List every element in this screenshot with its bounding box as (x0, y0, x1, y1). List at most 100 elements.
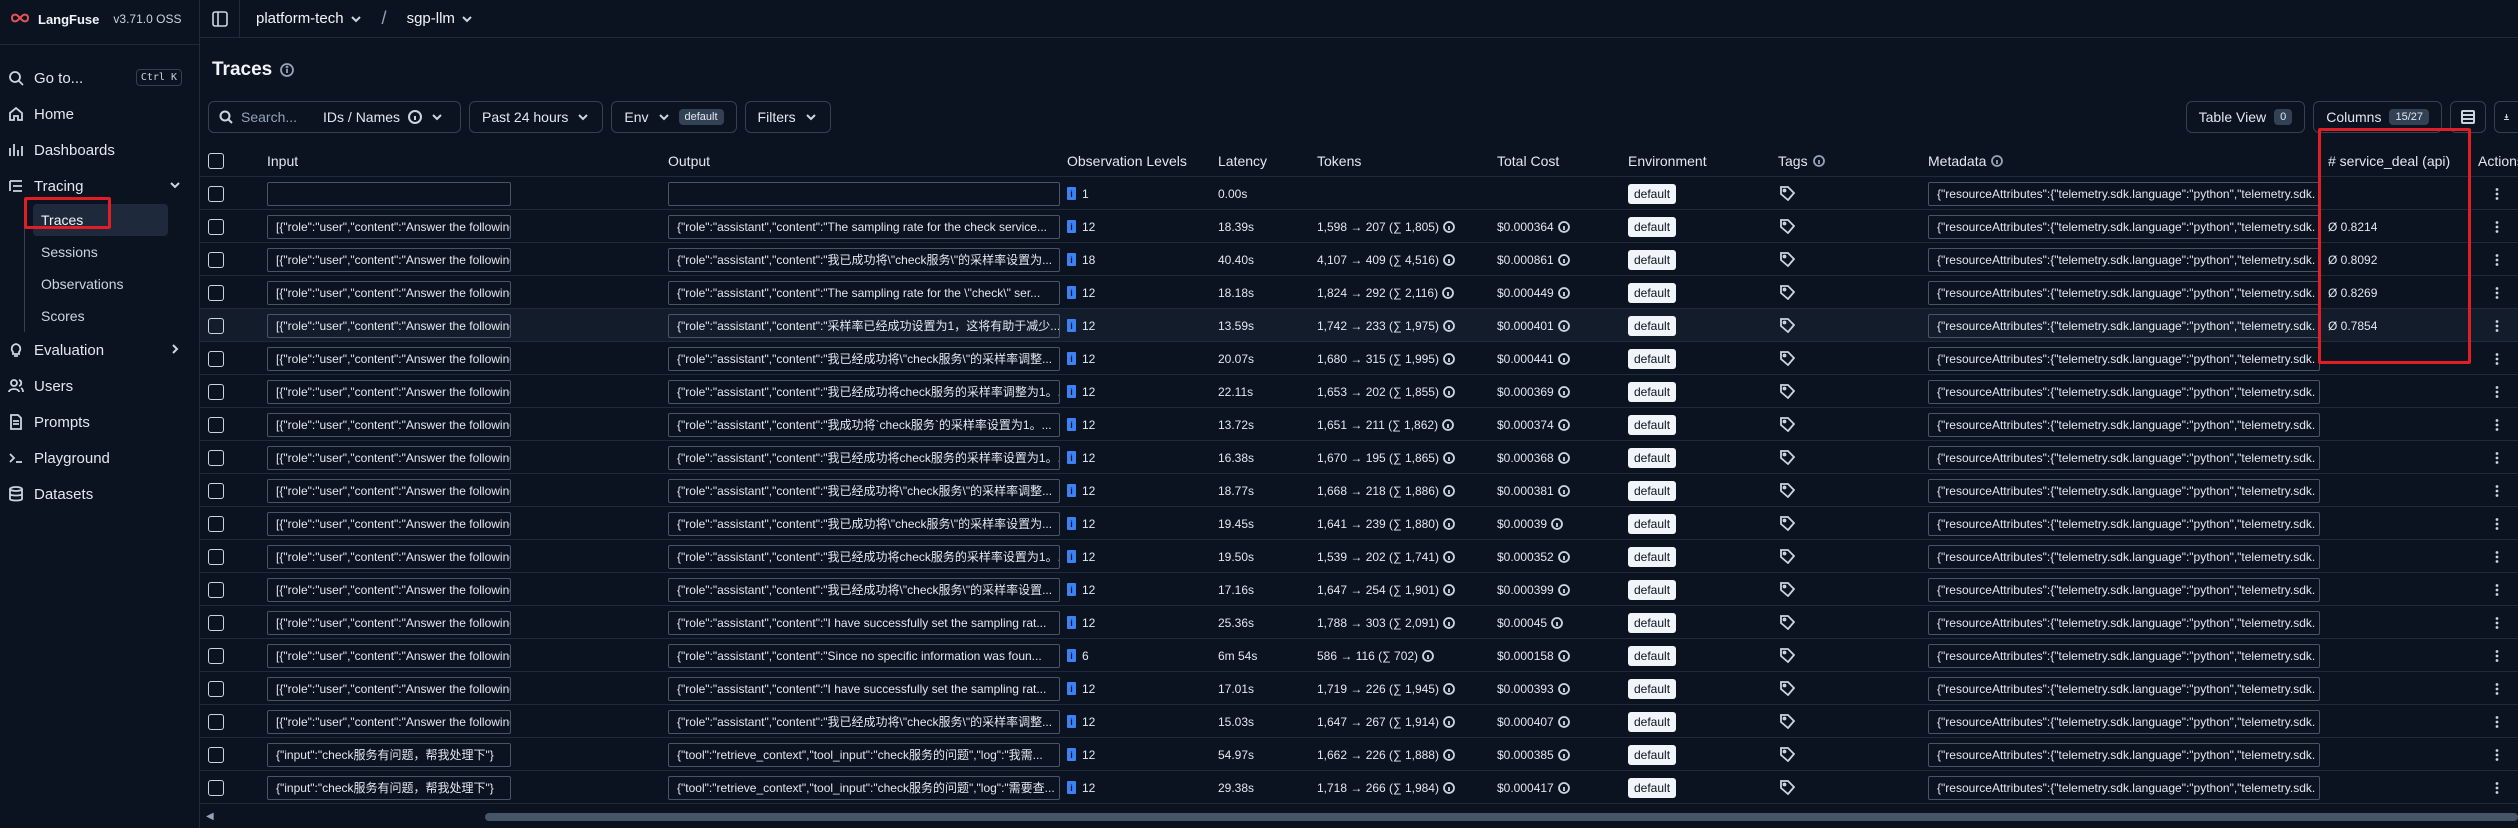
more-actions-icon[interactable] (2490, 408, 2504, 441)
info-icon[interactable] (1443, 451, 1455, 464)
sidebar-item-observations[interactable]: Observations (33, 268, 168, 300)
input-cell[interactable]: [{"role":"user","content":"Answer the fo… (267, 643, 511, 668)
tag-icon[interactable] (1780, 672, 1795, 705)
info-icon[interactable] (1557, 550, 1570, 563)
more-actions-icon[interactable] (2490, 705, 2504, 738)
more-actions-icon[interactable] (2490, 474, 2504, 507)
info-icon[interactable] (408, 110, 423, 124)
output-cell[interactable]: {"role":"assistant","content":"I have su… (668, 676, 1060, 701)
info-icon[interactable] (1442, 286, 1454, 299)
info-icon[interactable] (1557, 649, 1570, 662)
sidebar-item-sessions[interactable]: Sessions (33, 236, 168, 268)
sidebar-item-tracing[interactable]: Tracing (0, 168, 200, 204)
table-row[interactable]: [{"role":"user","content":"Answer the fo… (200, 540, 2518, 573)
input-cell[interactable]: [{"role":"user","content":"Answer the fo… (267, 577, 511, 602)
metadata-cell[interactable]: {"resourceAttributes":{"telemetry.sdk.la… (1928, 544, 2320, 569)
column-header-tokens[interactable]: Tokens (1317, 145, 1361, 177)
output-cell[interactable]: {"role":"assistant","content":"我已经成功将che… (668, 379, 1060, 404)
filters-button[interactable]: Filters (744, 101, 831, 133)
table-row[interactable]: [{"role":"user","content":"Answer the fo… (200, 672, 2518, 705)
info-icon[interactable] (1551, 616, 1563, 629)
info-icon[interactable] (1443, 220, 1455, 233)
horizontal-scrollbar[interactable]: ◀ (200, 810, 2518, 824)
output-cell[interactable]: {"tool":"retrieve_context","tool_input":… (668, 775, 1060, 800)
select-all-checkbox[interactable] (208, 145, 224, 177)
sidebar-toggle-button[interactable] (200, 0, 240, 38)
info-icon[interactable] (1557, 715, 1570, 728)
row-checkbox[interactable] (208, 771, 224, 804)
column-header-output[interactable]: Output (668, 145, 710, 177)
input-cell[interactable]: [{"role":"user","content":"Answer the fo… (267, 313, 511, 338)
input-cell[interactable]: [{"role":"user","content":"Answer the fo… (267, 379, 511, 404)
more-actions-icon[interactable] (2490, 573, 2504, 606)
info-icon[interactable] (1443, 583, 1455, 596)
search-input[interactable]: Search... IDs / Names (208, 101, 461, 133)
row-checkbox[interactable] (208, 408, 224, 441)
row-checkbox[interactable] (208, 672, 224, 705)
input-cell[interactable]: [{"role":"user","content":"Answer the fo… (267, 610, 511, 635)
metadata-cell[interactable]: {"resourceAttributes":{"telemetry.sdk.la… (1928, 610, 2320, 635)
info-icon[interactable] (280, 63, 295, 77)
metadata-cell[interactable]: {"resourceAttributes":{"telemetry.sdk.la… (1928, 280, 2320, 305)
info-icon[interactable] (1812, 155, 1825, 167)
info-icon[interactable] (1422, 649, 1434, 662)
tag-icon[interactable] (1780, 639, 1795, 672)
output-cell[interactable]: {"role":"assistant","content":"我已成功将\"ch… (668, 247, 1060, 272)
more-actions-icon[interactable] (2490, 606, 2504, 639)
info-icon[interactable] (1443, 352, 1455, 365)
more-actions-icon[interactable] (2490, 441, 2504, 474)
row-checkbox[interactable] (208, 573, 224, 606)
tag-icon[interactable] (1780, 243, 1795, 276)
column-header-input[interactable]: Input (267, 145, 298, 177)
table-row[interactable]: [{"role":"user","content":"Answer the fo… (200, 441, 2518, 474)
row-checkbox[interactable] (208, 606, 224, 639)
table-row[interactable]: [{"role":"user","content":"Answer the fo… (200, 639, 2518, 672)
info-icon[interactable] (1443, 517, 1455, 530)
chevron-down-icon[interactable] (168, 178, 182, 192)
row-checkbox[interactable] (208, 342, 224, 375)
sidebar-item-evaluation[interactable]: Evaluation (0, 332, 200, 368)
output-cell[interactable]: {"role":"assistant","content":"I have su… (668, 610, 1060, 635)
output-cell[interactable]: {"role":"assistant","content":"Since no … (668, 643, 1060, 668)
chevron-down-icon[interactable] (461, 13, 473, 25)
column-header-tags[interactable]: Tags (1778, 145, 1825, 177)
row-checkbox[interactable] (208, 210, 224, 243)
more-actions-icon[interactable] (2490, 375, 2504, 408)
sidebar-item-playground[interactable]: Playground (0, 440, 200, 476)
metadata-cell[interactable]: {"resourceAttributes":{"telemetry.sdk.la… (1928, 412, 2320, 437)
column-header-observation-levels[interactable]: Observation Levels (1067, 145, 1187, 177)
metadata-cell[interactable]: {"resourceAttributes":{"telemetry.sdk.la… (1928, 478, 2320, 503)
table-row[interactable]: i 1 0.00s default {"resourceAttributes":{"te… (200, 177, 2518, 210)
tag-icon[interactable] (1780, 507, 1795, 540)
info-icon[interactable] (1443, 616, 1455, 629)
output-cell[interactable]: {"role":"assistant","content":"我已经成功将\"c… (668, 346, 1060, 371)
input-cell[interactable]: [{"role":"user","content":"Answer the fo… (267, 478, 511, 503)
more-actions-icon[interactable] (2490, 540, 2504, 573)
info-icon[interactable] (1443, 682, 1455, 695)
table-row[interactable]: [{"role":"user","content":"Answer the fo… (200, 276, 2518, 309)
tag-icon[interactable] (1780, 408, 1795, 441)
output-cell[interactable] (668, 181, 1060, 206)
more-actions-icon[interactable] (2490, 243, 2504, 276)
output-cell[interactable]: {"role":"assistant","content":"我已成功将\"ch… (668, 511, 1060, 536)
input-cell[interactable]: [{"role":"user","content":"Answer the fo… (267, 511, 511, 536)
tag-icon[interactable] (1780, 540, 1795, 573)
chevron-down-icon[interactable] (430, 110, 444, 124)
output-cell[interactable]: {"role":"assistant","content":"采样率已经成功设置… (668, 313, 1060, 338)
brand[interactable]: LangFuse v3.71.0 OSS (0, 0, 199, 38)
input-cell[interactable]: [{"role":"user","content":"Answer the fo… (267, 676, 511, 701)
info-icon[interactable] (1442, 418, 1454, 431)
sidebar-item-scores[interactable]: Scores (33, 300, 168, 332)
row-checkbox[interactable] (208, 441, 224, 474)
tag-icon[interactable] (1780, 738, 1795, 771)
table-row[interactable]: [{"role":"user","content":"Answer the fo… (200, 408, 2518, 441)
output-cell[interactable]: {"role":"assistant","content":"我已经成功将che… (668, 445, 1060, 470)
download-button[interactable] (2494, 101, 2518, 133)
table-row[interactable]: [{"role":"user","content":"Answer the fo… (200, 507, 2518, 540)
info-icon[interactable] (1443, 253, 1455, 266)
table-row[interactable]: {"input":"check服务有问题，帮我处理下"} {"tool":"ret… (200, 771, 2518, 804)
info-icon[interactable] (1443, 748, 1455, 761)
info-icon[interactable] (1557, 352, 1570, 365)
output-cell[interactable]: {"role":"assistant","content":"我已经成功将\"c… (668, 478, 1060, 503)
info-icon[interactable] (1557, 418, 1570, 431)
